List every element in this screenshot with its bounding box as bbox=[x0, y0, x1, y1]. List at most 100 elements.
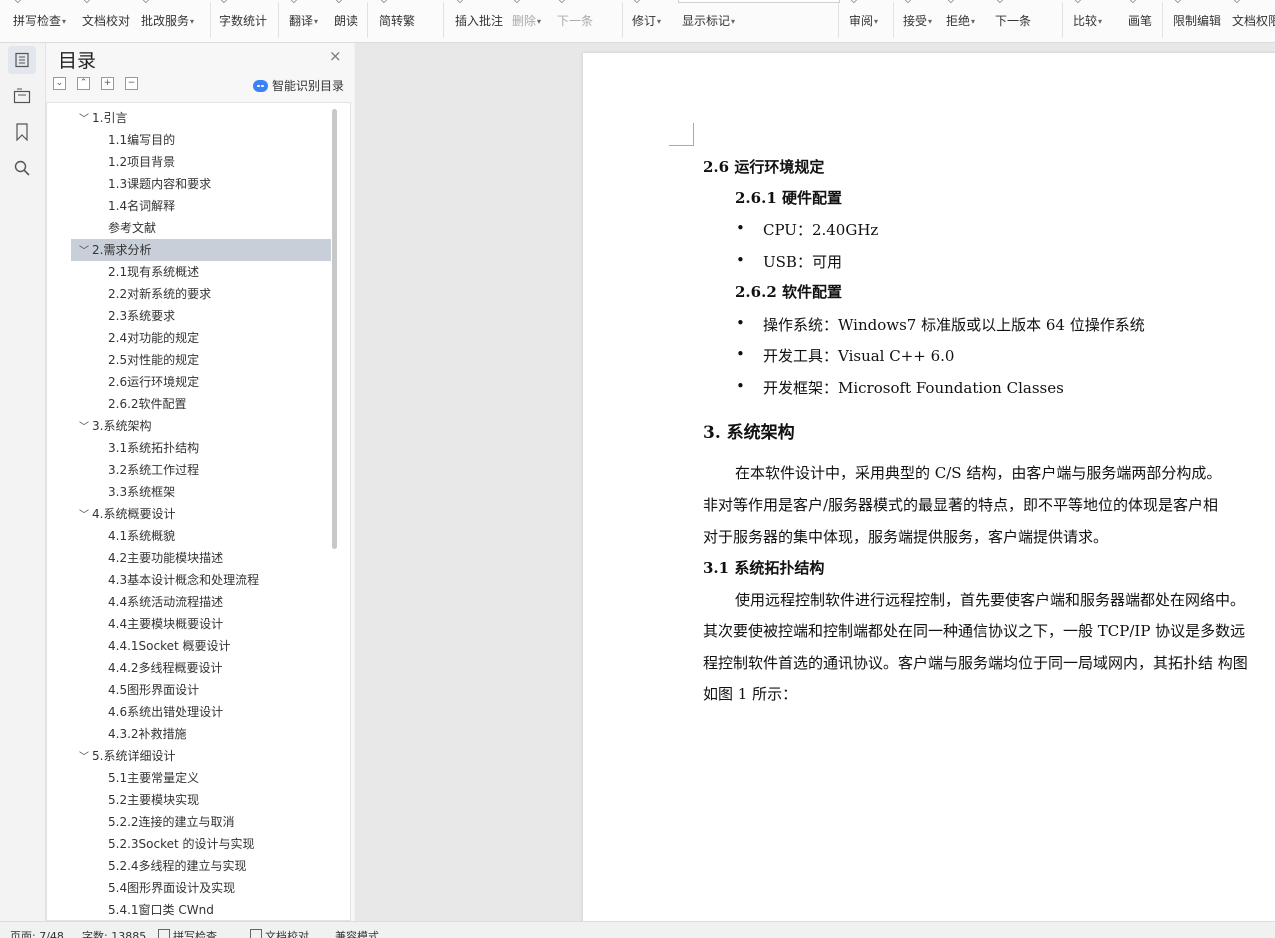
toc-item-label: 1.2项目背景 bbox=[108, 155, 176, 169]
toc-section-item[interactable]: 5.2.4多线程的建立与实现 bbox=[71, 855, 331, 877]
toc-chapter-item[interactable]: ﹀ 4.系统概要设计 bbox=[71, 503, 331, 525]
chevron-down-icon[interactable]: ﹀ bbox=[77, 109, 91, 131]
toc-item-label: 4.3.2补救措施 bbox=[108, 727, 187, 741]
chevron-down-icon[interactable]: ﹀ bbox=[77, 417, 91, 439]
toc-section-item[interactable]: 4.4.2多线程概要设计 bbox=[71, 657, 331, 679]
toc-section-item[interactable]: 3.2系统工作过程 bbox=[71, 459, 331, 481]
bullet-cpu: • CPU：2.40GHz bbox=[736, 219, 878, 240]
smart-toc-label: 智能识别目录 bbox=[272, 79, 345, 93]
chevron-down-icon: ▾ bbox=[971, 17, 976, 26]
ribbon-separator bbox=[1162, 2, 1163, 38]
bullet-os-text: 操作系统：Windows7 标准版或以上版本 64 位操作系统 bbox=[763, 316, 1145, 334]
toc-section-item[interactable]: 4.3基本设计概念和处理流程 bbox=[71, 569, 331, 591]
collapse-all-icon[interactable]: ⌄ bbox=[53, 77, 66, 90]
toc-section-item[interactable]: 5.1主要常量定义 bbox=[71, 767, 331, 789]
heading-2-6: 2.6 运行环境规定 bbox=[703, 158, 825, 176]
toc-section-item[interactable]: 5.4.1窗口类 CWnd bbox=[71, 899, 331, 920]
toc-section-item[interactable]: 4.1系统概貌 bbox=[71, 525, 331, 547]
toc-section-item[interactable]: 5.2.3Socket 的设计与实现 bbox=[71, 833, 331, 855]
heading-2-6-2: 2.6.2 软件配置 bbox=[735, 283, 842, 301]
toc-item-label: 4.6系统出错处理设计 bbox=[108, 705, 224, 719]
toc-item-label: 5.2.4多线程的建立与实现 bbox=[108, 859, 247, 873]
toc-section-item[interactable]: 2.2对新系统的要求 bbox=[71, 283, 331, 305]
search-icon[interactable] bbox=[8, 154, 36, 182]
remove-heading-icon[interactable]: − bbox=[125, 77, 138, 90]
close-icon[interactable]: × bbox=[329, 47, 342, 65]
toc-section-item[interactable]: 4.4主要模块概要设计 bbox=[71, 613, 331, 635]
toc-section-item[interactable]: 5.4图形界面设计及实现 bbox=[71, 877, 331, 899]
toc-chapter-item[interactable]: ﹀ 3.系统架构 bbox=[71, 415, 331, 437]
toc-section-item[interactable]: 1.2项目背景 bbox=[71, 151, 331, 173]
chevron-down-icon: ▾ bbox=[62, 17, 67, 26]
toc-section-item[interactable]: 1.3课题内容和要求 bbox=[71, 173, 331, 195]
toc-section-item[interactable]: 参考文献 bbox=[71, 217, 331, 239]
bullet-dot: • bbox=[736, 314, 745, 332]
add-heading-icon[interactable]: + bbox=[101, 77, 114, 90]
toc-section-item[interactable]: 2.4对功能的规定 bbox=[71, 327, 331, 349]
toc-section-item[interactable]: 2.6.2软件配置 bbox=[71, 393, 331, 415]
heading-2-6-1: 2.6.1 硬件配置 bbox=[735, 189, 842, 207]
outline-icon[interactable] bbox=[8, 82, 36, 110]
smart-icon bbox=[253, 79, 268, 92]
toc-chapter-item[interactable]: ﹀ 1.引言 bbox=[71, 107, 331, 129]
toc-item-label: 4.2主要功能模块描述 bbox=[108, 551, 224, 565]
toc-chapter-item[interactable]: ﹀ 5.系统详细设计 bbox=[71, 745, 331, 767]
toc-section-item[interactable]: 4.3.2补救措施 bbox=[71, 723, 331, 745]
toc-section-item[interactable]: 4.4.1Socket 概要设计 bbox=[71, 635, 331, 657]
toc-section-item[interactable]: 2.5对性能的规定 bbox=[71, 349, 331, 371]
toc-section-item[interactable]: 5.2.2连接的建立与取消 bbox=[71, 811, 331, 833]
toc-section-item[interactable]: 1.1编写目的 bbox=[71, 129, 331, 151]
ribbon-separator bbox=[622, 2, 623, 38]
ribbon-separator bbox=[210, 2, 211, 38]
toc-title: 目录 bbox=[58, 50, 97, 72]
bullet-dot: • bbox=[736, 251, 745, 269]
chevron-down-icon: ▾ bbox=[657, 17, 662, 26]
ribbon-button-label: 显示标记 bbox=[682, 14, 731, 28]
toc-item-label: 5.系统详细设计 bbox=[92, 749, 176, 763]
toc-section-item[interactable]: 2.1现有系统概述 bbox=[71, 261, 331, 283]
para1-line1: 在本软件设计中，采用典型的 C/S 结构，由客户端与服务端两部分构成。 bbox=[735, 464, 1222, 482]
chevron-down-icon: ▾ bbox=[537, 17, 542, 26]
chevron-down-icon: ▾ bbox=[731, 17, 736, 26]
ribbon-button-text: 显示标记▾ bbox=[682, 12, 735, 29]
chevron-down-icon[interactable]: ﹀ bbox=[77, 241, 91, 263]
toc-item-label: 5.1主要常量定义 bbox=[108, 771, 200, 785]
toc-section-item[interactable]: 2.3系统要求 bbox=[71, 305, 331, 327]
document-page[interactable]: 2.6 运行环境规定 2.6.1 硬件配置 • CPU：2.40GHz • US… bbox=[583, 53, 1275, 933]
toc-item-label: 2.4对功能的规定 bbox=[108, 331, 200, 345]
ribbon-button-label: 拒绝 bbox=[946, 14, 971, 28]
toc-section-item[interactable]: 1.4名词解释 bbox=[71, 195, 331, 217]
toc-section-item[interactable]: 4.5图形界面设计 bbox=[71, 679, 331, 701]
expand-all-icon[interactable]: ⌃ bbox=[77, 77, 90, 90]
toc-section-item[interactable]: 2.6运行环境规定 bbox=[71, 371, 331, 393]
bookmark-icon[interactable] bbox=[8, 118, 36, 146]
toc-item-label: 2.需求分析 bbox=[92, 243, 152, 257]
toc-item-label: 4.1系统概貌 bbox=[108, 529, 176, 543]
ribbon-button-text: 限制编辑 bbox=[1173, 12, 1222, 29]
ribbon-separator bbox=[893, 2, 894, 38]
toc-section-item[interactable]: 4.2主要功能模块描述 bbox=[71, 547, 331, 569]
toc-section-item[interactable]: 5.2主要模块实现 bbox=[71, 789, 331, 811]
status-bar: 页面: 7/48 字数: 13885 拼写检查 文档校对 兼容模式 bbox=[0, 921, 1275, 938]
toc-icon[interactable] bbox=[8, 46, 36, 74]
toc-scrollbar[interactable] bbox=[332, 109, 337, 549]
toc-chapter-item[interactable]: ﹀ 2.需求分析 bbox=[71, 239, 331, 261]
toc-item-label: 4.4.2多线程概要设计 bbox=[108, 661, 223, 675]
toc-item-label: 3.2系统工作过程 bbox=[108, 463, 200, 477]
chevron-down-icon[interactable]: ﹀ bbox=[77, 505, 91, 527]
toc-section-item[interactable]: 3.3系统框架 bbox=[71, 481, 331, 503]
ribbon-button-label: 审阅 bbox=[849, 14, 874, 28]
toc-section-item[interactable]: 4.4系统活动流程描述 bbox=[71, 591, 331, 613]
toc-section-item[interactable]: 4.6系统出错处理设计 bbox=[71, 701, 331, 723]
markup-combo[interactable] bbox=[678, 0, 840, 3]
ribbon-button-label: 删除 bbox=[512, 14, 537, 28]
chevron-down-icon: ▾ bbox=[1098, 17, 1103, 26]
smart-toc-button[interactable]: 智能识别目录 bbox=[253, 77, 344, 94]
toc-section-item[interactable]: 3.1系统拓扑结构 bbox=[71, 437, 331, 459]
chevron-down-icon: ▾ bbox=[874, 17, 879, 26]
chevron-down-icon[interactable]: ﹀ bbox=[77, 747, 91, 769]
toc-item-label: 4.4.1Socket 概要设计 bbox=[108, 639, 231, 653]
heading-3: 3. 系统架构 bbox=[703, 423, 795, 443]
ribbon-button-label: 插入批注 bbox=[455, 14, 504, 28]
ribbon-button-text: 翻译▾ bbox=[289, 12, 318, 29]
